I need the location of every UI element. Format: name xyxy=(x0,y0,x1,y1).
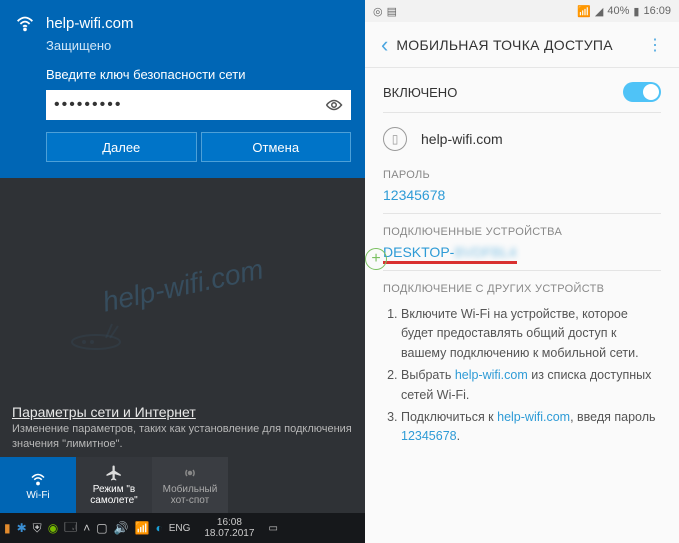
menu-button[interactable]: ⋮ xyxy=(639,35,671,55)
wifi-tile[interactable]: Wi-Fi xyxy=(0,457,76,513)
shield-icon[interactable]: ⛨ xyxy=(33,521,42,536)
signal-icon: 📶 xyxy=(577,5,591,18)
airplane-tile-label: Режим "в самолете" xyxy=(80,484,148,506)
hotspot-ssid: help-wifi.com xyxy=(421,131,503,147)
instagram-icon: ◎ xyxy=(373,5,383,18)
wifi-status: Защищено xyxy=(46,38,351,53)
wifi-icon xyxy=(14,12,36,34)
enable-toggle[interactable] xyxy=(623,82,661,102)
notification-icon[interactable]: ▭ xyxy=(268,523,277,534)
watermark-text: help-wifi.com xyxy=(99,254,265,319)
screen-title: МОБИЛЬНАЯ ТОЧКА ДОСТУПА xyxy=(396,37,613,53)
hotspot-icon xyxy=(181,464,199,482)
sync-icon[interactable]: ◐ xyxy=(155,521,162,535)
wifi-small-icon xyxy=(29,470,47,488)
wifi-tile-label: Wi-Fi xyxy=(26,490,49,501)
cancel-button[interactable]: Отмена xyxy=(201,132,352,162)
signal-bars-icon: ◢ xyxy=(595,5,603,18)
hotspot-password[interactable]: 12345678 xyxy=(365,185,679,213)
status-time: 16:09 xyxy=(643,5,671,17)
add-device-button[interactable]: + xyxy=(365,248,387,270)
device-suffix: BVDFBL4 xyxy=(454,244,516,260)
wifi-connect-popup: help-wifi.com Защищено Введите ключ безо… xyxy=(0,0,365,178)
wifi-tray-icon[interactable]: 📶 xyxy=(135,521,150,535)
reveal-password-icon[interactable] xyxy=(325,96,343,114)
hotspot-tile-label: Мобильный хот-спот xyxy=(156,484,224,506)
memo-icon: ▤ xyxy=(387,5,397,18)
app-header: ‹ МОБИЛЬНАЯ ТОЧКА ДОСТУПА ⋮ xyxy=(365,22,679,68)
nvidia-icon[interactable]: ◉ xyxy=(48,521,58,535)
device-prefix: DESKTOP- xyxy=(383,244,454,260)
network-settings-link[interactable]: Параметры сети и Интернет xyxy=(12,404,353,420)
battery-icon[interactable]: 🗔 xyxy=(64,518,77,539)
airplane-tile[interactable]: Режим "в самолете" xyxy=(76,457,152,513)
battery-pct: 40% xyxy=(607,5,629,17)
android-hotspot-panel: ◎ ▤ 📶 ◢ 40% ▮ 16:09 ‹ МОБИЛЬНАЯ ТОЧКА ДО… xyxy=(365,0,679,543)
volume-icon[interactable]: 🔊 xyxy=(114,521,129,535)
taskbar-time: 16:08 xyxy=(204,517,254,528)
wifi-ssid: help-wifi.com xyxy=(46,15,134,32)
chevron-up-icon[interactable]: ˄ xyxy=(83,521,90,535)
android-status-bar: ◎ ▤ 📶 ◢ 40% ▮ 16:09 xyxy=(365,0,679,22)
devices-section-label: ПОДКЛЮЧЕННЫЕ УСТРОЙСТВА xyxy=(365,214,679,242)
instruction-2: Выбрать help-wifi.com из списка доступны… xyxy=(401,366,661,405)
taskbar: ▮ ✱ ⛨ ◉ 🗔 ˄ ▢ 🔊 📶 ◐ ENG 16:08 18.07.2017… xyxy=(0,513,365,543)
network-settings-section: Параметры сети и Интернет Изменение пара… xyxy=(0,394,365,457)
network-settings-desc: Изменение параметров, таких как установл… xyxy=(12,422,353,451)
password-input[interactable] xyxy=(54,96,325,114)
bluetooth-icon[interactable]: ✱ xyxy=(17,521,27,535)
watermark-router-icon xyxy=(66,312,126,352)
tray-icon[interactable]: ▮ xyxy=(4,521,11,535)
quick-action-tiles: Wi-Fi Режим "в самолете" Мобильный хот-с… xyxy=(0,457,365,513)
document-icon: ▯ xyxy=(383,127,407,151)
instruction-1: Включите Wi-Fi на устройстве, которое бу… xyxy=(401,305,661,363)
password-section-label: ПАРОЛЬ xyxy=(365,157,679,185)
power-tray-icon[interactable]: ▢ xyxy=(96,521,107,535)
taskbar-clock[interactable]: 16:08 18.07.2017 xyxy=(204,517,254,539)
other-devices-label: ПОДКЛЮЧЕНИЕ С ДРУГИХ УСТРОЙСТВ xyxy=(365,271,679,299)
instruction-3: Подключиться к help-wifi.com, введя паро… xyxy=(401,408,661,447)
password-prompt: Введите ключ безопасности сети xyxy=(46,67,351,82)
language-indicator[interactable]: ENG xyxy=(169,523,191,534)
enabled-label: ВКЛЮЧЕНО xyxy=(383,85,457,100)
windows-wifi-panel: help-wifi.com Защищено Введите ключ безо… xyxy=(0,0,365,543)
tray-icons[interactable]: ▮ ✱ ⛨ ◉ 🗔 ˄ ▢ 🔊 📶 ◐ xyxy=(4,518,163,539)
ssid-row[interactable]: ▯ help-wifi.com xyxy=(365,113,679,157)
enable-row: ВКЛЮЧЕНО xyxy=(365,68,679,112)
battery-status-icon: ▮ xyxy=(633,5,639,18)
instructions: Включите Wi-Fi на устройстве, которое бу… xyxy=(365,299,679,460)
airplane-icon xyxy=(105,464,123,482)
taskbar-date: 18.07.2017 xyxy=(204,528,254,539)
password-field-wrap[interactable] xyxy=(46,90,351,120)
hotspot-tile[interactable]: Мобильный хот-спот xyxy=(152,457,228,513)
next-button[interactable]: Далее xyxy=(46,132,197,162)
back-button[interactable]: ‹ xyxy=(373,32,396,58)
background-area: help-wifi.com xyxy=(0,178,365,394)
